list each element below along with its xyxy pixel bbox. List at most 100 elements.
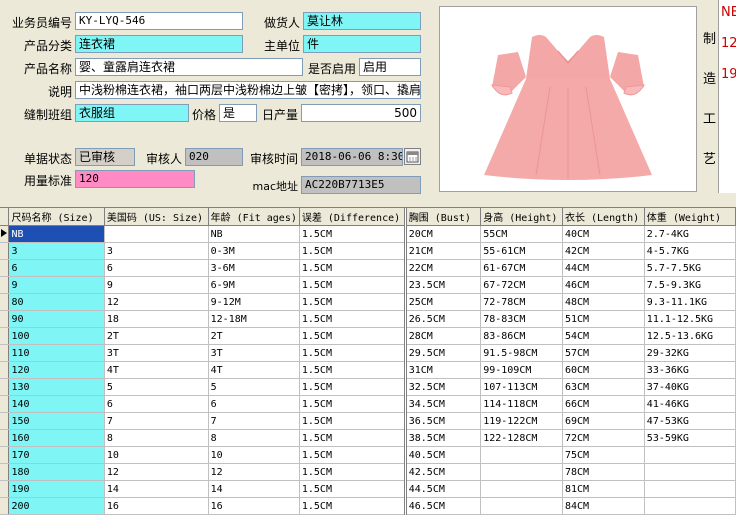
table-cell[interactable]: 20CM bbox=[405, 225, 482, 243]
table-cell[interactable]: 6 bbox=[8, 259, 105, 277]
table-cell[interactable]: 78CM bbox=[562, 463, 645, 481]
table-cell[interactable]: 80 bbox=[8, 293, 105, 311]
table-cell[interactable]: 9 bbox=[8, 276, 105, 294]
table-cell[interactable]: 190 bbox=[8, 480, 105, 498]
row-header[interactable] bbox=[0, 293, 10, 311]
table-cell[interactable] bbox=[480, 497, 563, 515]
table-cell[interactable]: 26.5CM bbox=[405, 310, 482, 328]
table-cell[interactable]: 55-61CM bbox=[480, 242, 563, 260]
table-cell[interactable]: 1.5CM bbox=[299, 293, 407, 311]
table-row[interactable]: 160 8 8 1.5CM 38.5CM 122-128CM 72CM 53-59KG bbox=[0, 429, 736, 447]
row-pointer-icon[interactable] bbox=[0, 225, 10, 243]
table-cell[interactable]: 12-18M bbox=[208, 310, 300, 328]
table-cell[interactable]: 99-109CM bbox=[480, 361, 563, 379]
table-cell[interactable]: 10 bbox=[208, 446, 300, 464]
row-header[interactable] bbox=[0, 429, 10, 447]
table-cell[interactable]: 3T bbox=[104, 344, 209, 362]
table-cell[interactable] bbox=[480, 463, 563, 481]
maker-field[interactable]: 莫让林 bbox=[303, 12, 421, 30]
table-cell[interactable]: 4T bbox=[208, 361, 300, 379]
table-cell[interactable]: 51CM bbox=[562, 310, 645, 328]
table-row[interactable]: 80 12 9-12M 1.5CM 25CM 72-78CM 48CM 9.3-11.1KG bbox=[0, 293, 736, 311]
table-cell[interactable] bbox=[104, 225, 209, 243]
table-cell[interactable]: NB bbox=[8, 225, 105, 243]
row-header[interactable] bbox=[0, 412, 10, 430]
table-row[interactable]: 90 18 12-18M 1.5CM 26.5CM 78-83CM 51CM 11.1-12.… bbox=[0, 310, 736, 328]
table-cell[interactable]: 5 bbox=[104, 378, 209, 396]
table-cell[interactable]: 1.5CM bbox=[299, 242, 407, 260]
table-cell[interactable]: 1.5CM bbox=[299, 480, 407, 498]
table-cell[interactable]: 54CM bbox=[562, 327, 645, 345]
table-cell[interactable]: 9.3-11.1KG bbox=[644, 293, 736, 311]
table-cell[interactable]: 6 bbox=[104, 259, 209, 277]
table-cell[interactable]: 1.5CM bbox=[299, 276, 407, 294]
table-cell[interactable] bbox=[480, 446, 563, 464]
column-header[interactable]: 胸围 (Bust) bbox=[405, 208, 482, 226]
table-cell[interactable]: 31CM bbox=[405, 361, 482, 379]
table-cell[interactable]: 83-86CM bbox=[480, 327, 563, 345]
table-cell[interactable]: 38.5CM bbox=[405, 429, 482, 447]
table-cell[interactable]: 0-3M bbox=[208, 242, 300, 260]
row-header[interactable] bbox=[0, 446, 10, 464]
table-cell[interactable]: 40.5CM bbox=[405, 446, 482, 464]
team-field[interactable]: 衣服组 bbox=[75, 104, 189, 122]
table-row[interactable]: 130 5 5 1.5CM 32.5CM 107-113CM 63CM 37-40KG bbox=[0, 378, 736, 396]
table-cell[interactable]: 72CM bbox=[562, 429, 645, 447]
table-cell[interactable]: 75CM bbox=[562, 446, 645, 464]
table-row[interactable]: 170 10 10 1.5CM 40.5CM 75CM bbox=[0, 446, 736, 464]
table-cell[interactable]: 42.5CM bbox=[405, 463, 482, 481]
table-cell[interactable]: 114-118CM bbox=[480, 395, 563, 413]
table-cell[interactable]: 57CM bbox=[562, 344, 645, 362]
daily-output-field[interactable]: 500 bbox=[301, 104, 421, 122]
table-row[interactable]: 6 6 3-6M 1.5CM 22CM 61-67CM 44CM 5.7-7.5KG bbox=[0, 259, 736, 277]
table-cell[interactable]: 12 bbox=[104, 293, 209, 311]
column-header[interactable]: 误差 (Difference) bbox=[299, 208, 407, 226]
table-row[interactable]: 120 4T 4T 1.5CM 31CM 99-109CM 60CM 33-36KG bbox=[0, 361, 736, 379]
table-cell[interactable]: 7 bbox=[104, 412, 209, 430]
row-header[interactable] bbox=[0, 378, 10, 396]
table-cell[interactable]: 25CM bbox=[405, 293, 482, 311]
table-cell[interactable]: 48CM bbox=[562, 293, 645, 311]
table-cell[interactable]: 16 bbox=[208, 497, 300, 515]
table-cell[interactable]: 200 bbox=[8, 497, 105, 515]
table-cell[interactable]: 8 bbox=[104, 429, 209, 447]
table-cell[interactable]: 40CM bbox=[562, 225, 645, 243]
table-cell[interactable]: 84CM bbox=[562, 497, 645, 515]
table-cell[interactable]: 1.5CM bbox=[299, 361, 407, 379]
column-header[interactable]: 身高 (Height) bbox=[480, 208, 563, 226]
usage-field[interactable]: 120 bbox=[75, 170, 195, 188]
table-cell[interactable]: 44.5CM bbox=[405, 480, 482, 498]
table-cell[interactable]: 2T bbox=[208, 327, 300, 345]
table-cell[interactable]: 122-128CM bbox=[480, 429, 563, 447]
table-cell[interactable]: 34.5CM bbox=[405, 395, 482, 413]
calendar-icon[interactable] bbox=[404, 148, 421, 165]
table-cell[interactable]: 1.5CM bbox=[299, 463, 407, 481]
table-cell[interactable]: 47-53KG bbox=[644, 412, 736, 430]
table-cell[interactable]: 130 bbox=[8, 378, 105, 396]
table-cell[interactable]: 5.7-7.5KG bbox=[644, 259, 736, 277]
table-cell[interactable]: 6-9M bbox=[208, 276, 300, 294]
side-text-panel[interactable] bbox=[718, 0, 736, 193]
table-cell[interactable]: 21CM bbox=[405, 242, 482, 260]
row-header[interactable] bbox=[0, 463, 10, 481]
table-cell[interactable]: 66CM bbox=[562, 395, 645, 413]
table-cell[interactable] bbox=[644, 463, 736, 481]
description-field[interactable]: 中浅粉棉连衣裙，袖口两层中浅粉棉边上皱【密拷】，领口、撬肩 bbox=[75, 81, 421, 99]
row-header[interactable] bbox=[0, 361, 10, 379]
salesman-no-field[interactable]: KY-LYQ-546 bbox=[75, 12, 243, 30]
table-cell[interactable]: 150 bbox=[8, 412, 105, 430]
column-header[interactable]: 美国码 (US: Size) bbox=[104, 208, 209, 226]
table-cell[interactable]: 10 bbox=[104, 446, 209, 464]
table-cell[interactable]: 14 bbox=[208, 480, 300, 498]
product-name-field[interactable]: 婴、童露肩连衣裙 bbox=[75, 58, 303, 76]
table-cell[interactable]: 90 bbox=[8, 310, 105, 328]
table-cell[interactable]: 36.5CM bbox=[405, 412, 482, 430]
table-row[interactable]: 150 7 7 1.5CM 36.5CM 119-122CM 69CM 47-53KG bbox=[0, 412, 736, 430]
enabled-field[interactable]: 启用 bbox=[359, 58, 421, 76]
table-cell[interactable]: 110 bbox=[8, 344, 105, 362]
table-cell[interactable]: 1.5CM bbox=[299, 259, 407, 277]
table-cell[interactable]: 67-72CM bbox=[480, 276, 563, 294]
row-header[interactable] bbox=[0, 480, 10, 498]
table-cell[interactable]: 60CM bbox=[562, 361, 645, 379]
table-cell[interactable]: 1.5CM bbox=[299, 327, 407, 345]
